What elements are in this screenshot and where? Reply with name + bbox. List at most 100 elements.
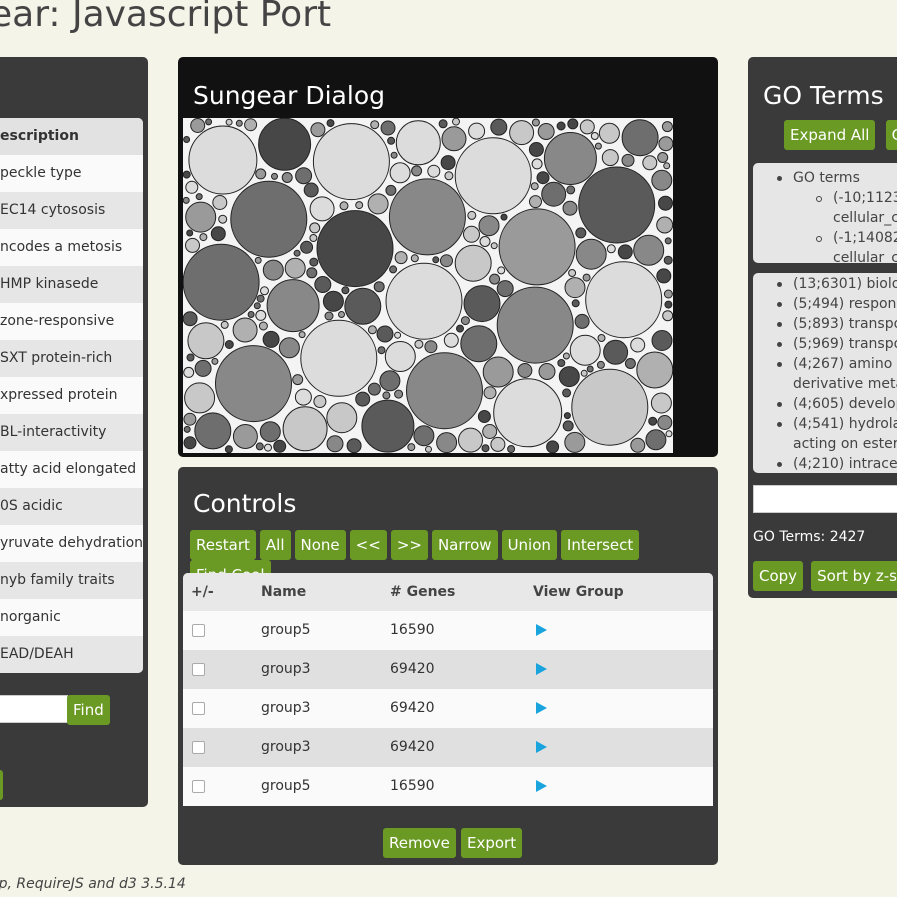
gene-circle[interactable] [586,365,594,373]
gene-circle[interactable] [300,240,314,254]
gene-circle[interactable] [377,346,386,355]
none-button[interactable]: None [294,530,346,560]
gene-circle[interactable] [597,334,606,342]
gene-circle[interactable] [642,155,658,171]
gene-circle[interactable] [183,136,191,143]
gene-circle[interactable] [528,142,544,157]
gene-circle[interactable] [440,254,453,268]
gene-circle[interactable] [258,118,312,171]
gene-circle[interactable] [468,122,486,140]
narrow-button[interactable]: Narrow [431,530,498,560]
gene-circle[interactable] [273,439,287,453]
gene-circle[interactable] [194,412,232,450]
gene-circle[interactable] [562,200,578,216]
gene-circle[interactable] [190,118,206,133]
gene-circle[interactable] [183,366,195,378]
gene-circle[interactable] [575,238,607,270]
gene-circle[interactable] [452,118,460,126]
gene-circle[interactable] [657,152,669,163]
copy-button[interactable]: Copy [753,561,804,591]
gene-circle[interactable] [367,193,389,215]
gene-circle[interactable] [564,277,586,299]
gene-circle[interactable] [326,435,344,453]
gene-circle[interactable] [284,257,306,279]
gene-circle[interactable] [656,268,672,284]
gene-circle[interactable] [376,325,394,343]
gene-circle[interactable] [271,172,278,180]
gene-circle[interactable] [633,234,665,266]
gene-circle[interactable] [571,299,580,308]
row-checkbox[interactable] [192,624,205,637]
gene-circle[interactable] [215,345,292,423]
gene-circle[interactable] [467,210,477,220]
gene-circle[interactable] [303,182,319,198]
gene-circle[interactable] [232,424,258,449]
gene-circle[interactable] [262,259,284,281]
gene-description-row[interactable]: zone-responsive [0,303,143,340]
row-checkbox[interactable] [192,702,205,715]
gene-circle[interactable] [309,222,321,234]
gene-circle[interactable] [482,356,514,388]
gene-circle[interactable] [183,196,190,204]
gene-circle[interactable] [479,236,491,247]
gene-circle[interactable] [266,279,320,333]
gene-circle[interactable] [463,225,480,243]
gene-description-row[interactable]: SXT protein-rich [0,340,143,377]
gene-circle[interactable] [394,331,402,339]
sungear-visualization[interactable] [183,118,673,453]
gene-circle[interactable] [596,360,605,369]
header-genes[interactable]: # Genes [390,573,455,611]
gene-circle[interactable] [292,374,304,386]
gene-circle[interactable] [183,412,197,426]
gene-circle[interactable] [183,311,198,327]
gene-circle[interactable] [185,180,199,194]
gene-circle[interactable] [244,118,258,132]
gene-circle[interactable] [630,337,646,353]
gene-circle[interactable] [394,389,404,399]
gene-circle[interactable] [658,136,673,152]
gene-circle[interactable] [212,195,228,210]
gene-circle[interactable] [361,399,415,453]
gene-circle[interactable] [569,334,601,366]
gene-circle[interactable] [582,273,591,282]
gene-circle[interactable] [184,382,216,414]
gene-description-row[interactable]: yruvate dehydration [0,525,143,562]
gene-circle[interactable] [186,353,195,362]
export-button[interactable]: Export [460,828,523,858]
gene-circle[interactable] [339,201,349,211]
gene-circle[interactable] [232,317,258,343]
gene-circle[interactable] [326,402,358,434]
gene-circle[interactable] [293,249,301,257]
gene-circle[interactable] [247,311,255,318]
previous-button[interactable]: << [349,530,387,560]
gene-circle[interactable] [568,269,577,277]
gene-circle[interactable] [282,406,328,452]
gene-circle[interactable] [579,119,595,135]
gene-circle[interactable] [281,172,293,183]
gene-circle[interactable] [497,266,506,275]
go-term-item[interactable]: (5;494) response [793,294,897,314]
gene-circle[interactable] [657,415,673,430]
gene-circle[interactable] [294,388,312,406]
description-header[interactable]: escription [0,118,143,155]
gene-circle[interactable] [230,180,308,258]
gene-circle[interactable] [444,171,454,181]
gene-circle[interactable] [438,119,448,129]
gene-circle[interactable] [658,195,673,211]
gene-circle[interactable] [390,151,398,159]
gene-circle[interactable] [312,123,390,201]
gene-circle[interactable] [313,395,327,408]
gene-circle[interactable] [517,363,533,378]
gene-circle[interactable] [253,302,261,310]
gene-circle[interactable] [490,242,498,250]
gene-circle[interactable] [310,122,326,138]
gene-circle[interactable] [255,442,264,451]
gene-circle[interactable] [235,119,243,127]
gene-description-row[interactable]: EAD/DEAH [0,636,143,673]
gene-circle[interactable] [427,164,441,178]
go-term-item[interactable]: (13;6301) biolog [793,274,897,294]
go-term-item[interactable]: (5;969) transpor [793,334,897,354]
gene-circle[interactable] [454,244,492,282]
gene-circle[interactable] [183,170,191,179]
gene-circle[interactable] [389,162,411,184]
